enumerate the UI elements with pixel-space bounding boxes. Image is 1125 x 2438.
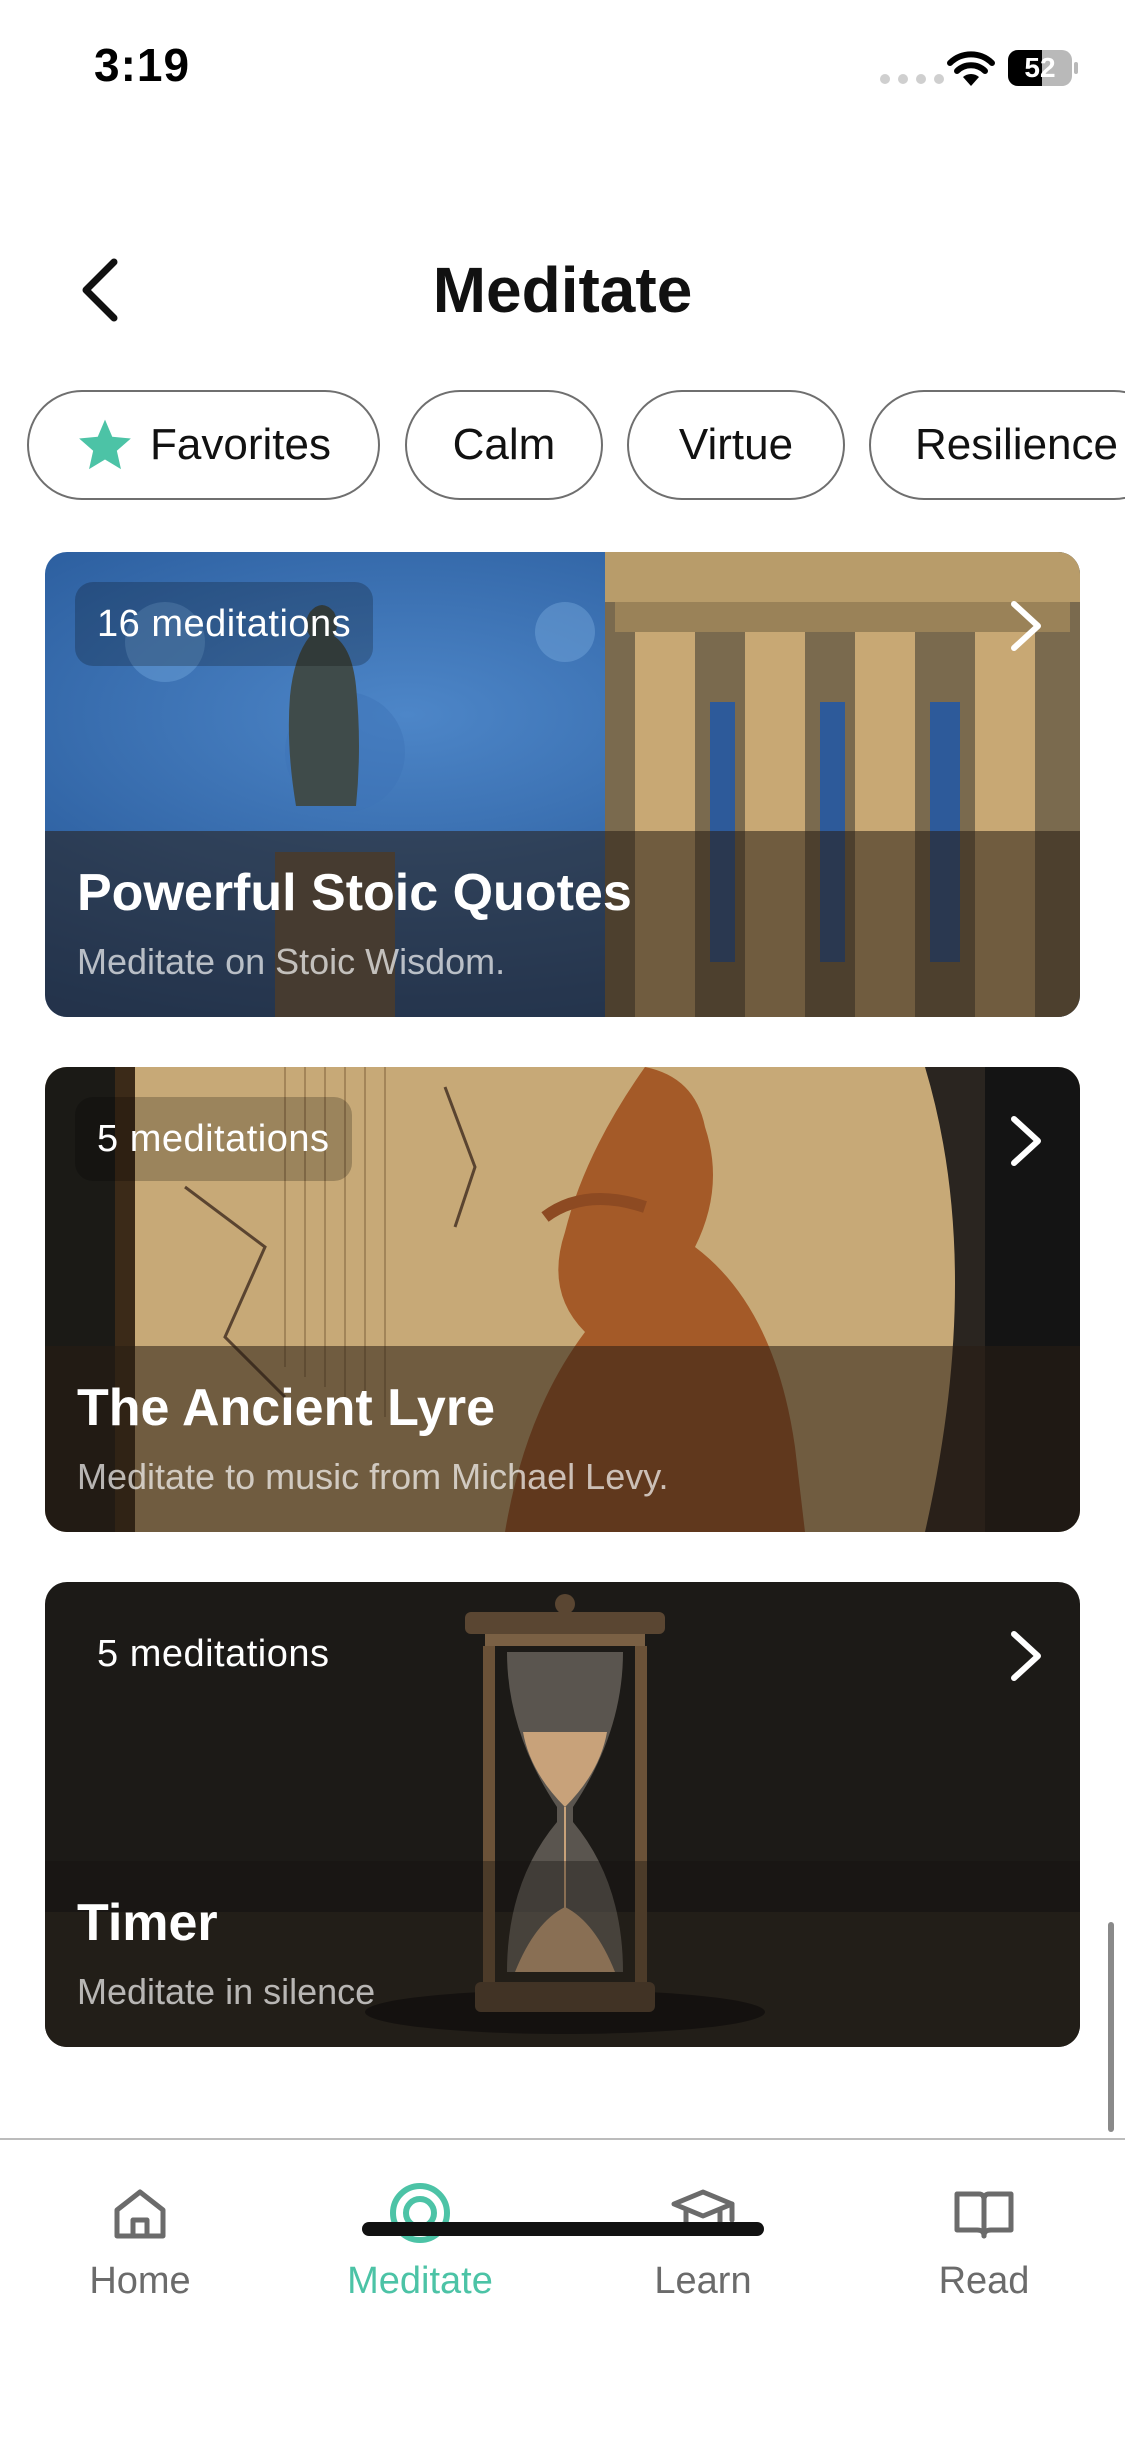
chevron-right-icon [1011,1631,1041,1681]
status-time: 3:19 [94,39,191,91]
chip-favorites[interactable]: Favorites [27,390,380,500]
battery-level: 52 [1024,52,1056,83]
tab-label: Learn [654,2260,752,2302]
tab-label: Home [89,2260,191,2302]
wifi-icon [947,51,995,86]
card-overlay [45,1346,1080,1532]
star-icon [79,419,131,470]
card-subtitle: Meditate on Stoic Wisdom. [77,941,506,982]
filter-chips: Favorites Calm Virtue Resilience [0,390,1125,504]
card-stoic-quotes[interactable]: 16 meditations Powerful Stoic Quotes Med… [45,552,1080,1017]
chevron-right-icon [1011,601,1041,651]
chevron-left-icon [82,258,118,322]
tab-read[interactable]: Read [884,2180,1084,2340]
battery-icon: 52 [1008,50,1078,86]
chip-label: Favorites [150,420,331,469]
card-subtitle: Meditate in silence [77,1971,376,2012]
scrollbar[interactable] [1108,1922,1114,2132]
graduation-cap-icon [671,2189,735,2235]
meditation-count-badge: 5 meditations [75,1097,352,1181]
card-title: The Ancient Lyre [77,1379,496,1437]
status-bar: 3:19 52 [0,0,1125,130]
back-button[interactable] [70,250,130,330]
meditate-icon [390,2183,450,2243]
card-overlay [45,831,1080,1017]
card-ancient-lyre[interactable]: 5 meditations The Ancient Lyre Meditate … [45,1067,1080,1532]
tab-label: Read [938,2260,1030,2302]
page-title: Meditate [432,254,693,326]
book-icon [954,2191,1014,2239]
chip-label: Resilience [915,420,1118,469]
chip-resilience[interactable]: Resilience [869,390,1125,500]
chip-label: Virtue [678,420,794,469]
tab-bar: Home Meditate Learn Read [0,2138,1125,2438]
chip-calm[interactable]: Calm [405,390,603,500]
home-indicator[interactable] [362,2222,764,2236]
card-title: Powerful Stoic Quotes [77,864,632,922]
tab-meditate[interactable]: Meditate [320,2180,520,2340]
chevron-right-icon [1011,1116,1041,1166]
tab-label: Meditate [347,2260,493,2302]
chip-virtue[interactable]: Virtue [627,390,845,500]
meditation-count-badge: 16 meditations [75,582,374,666]
card-timer[interactable]: 5 meditations Timer Meditate in silence [45,1582,1080,2047]
card-title: Timer [77,1894,218,1952]
home-icon [114,2189,166,2239]
tab-learn[interactable]: Learn [603,2180,803,2340]
card-overlay [45,1861,1080,2047]
cellular-signal-icon [880,74,944,84]
tab-home[interactable]: Home [40,2180,240,2340]
card-subtitle: Meditate to music from Michael Levy. [77,1456,669,1497]
meditation-count-badge: 5 meditations [97,1633,330,1675]
chip-label: Calm [452,420,556,469]
